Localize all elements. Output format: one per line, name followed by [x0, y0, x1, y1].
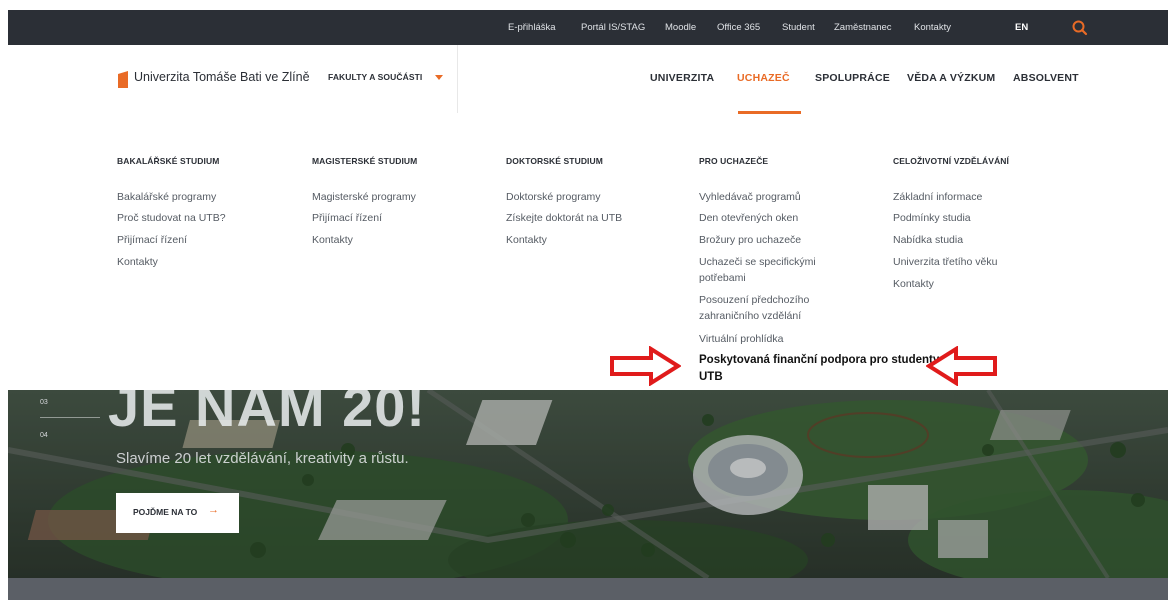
brand-name[interactable]: Univerzita Tomáše Bati ve Zlíně [134, 70, 310, 84]
menu-link[interactable]: Kontakty [312, 232, 353, 248]
menu-link[interactable]: Uchazeči se specifickými potřebami [699, 254, 859, 286]
top-margin [0, 0, 1168, 10]
link-portal-is-stag[interactable]: Portál IS/STAG [581, 10, 645, 45]
nav-spoluprace[interactable]: SPOLUPRÁCE [815, 72, 890, 84]
menu-link[interactable]: Kontakty [506, 232, 547, 248]
active-nav-underline [738, 111, 801, 114]
nav-veda-a-vyzkum[interactable]: VĚDA A VÝZKUM [907, 72, 995, 84]
menu-link[interactable]: Doktorské programy [506, 189, 601, 205]
heading-celozivotni-vzdelavani: CELOŽIVOTNÍ VZDĚLÁVÁNÍ [893, 156, 1010, 166]
faculties-dropdown[interactable]: FAKULTY A SOUČÁSTI [328, 72, 422, 82]
slide-number[interactable]: 04 [40, 432, 48, 439]
hero-cta-label: POJĎME NA TO [133, 507, 198, 517]
search-button[interactable] [1070, 18, 1090, 38]
menu-link[interactable]: Získejte doktorát na UTB [506, 210, 622, 226]
menu-link[interactable]: Virtuální prohlídka [699, 331, 783, 347]
top-utility-bar: E-přihláška Portál IS/STAG Moodle Office… [8, 10, 1168, 45]
menu-link[interactable]: Přijímací řízení [312, 210, 382, 226]
nav-univerzita[interactable]: UNIVERZITA [650, 72, 714, 84]
bottom-strip [8, 578, 1168, 600]
menu-link-financni-podpora[interactable]: Poskytovaná finanční podpora pro student… [699, 352, 949, 386]
language-switch[interactable]: EN [1015, 10, 1028, 45]
menu-link[interactable]: Posouzení předchozího zahraničního vzděl… [699, 292, 859, 324]
red-arrow-right-icon [610, 346, 681, 386]
menu-link[interactable]: Přijímací řízení [117, 232, 187, 248]
heading-pro-uchazece: PRO UCHAZEČE [699, 156, 769, 166]
header-divider [457, 45, 458, 113]
menu-link[interactable]: Proč studovat na UTB? [117, 210, 226, 226]
hero-banner: 03 04 JE NÁM 20! Slavíme 20 let vzdělává… [8, 390, 1168, 578]
menu-link[interactable]: Základní informace [893, 189, 982, 205]
link-student[interactable]: Student [782, 10, 815, 45]
red-arrow-left-icon [926, 346, 997, 386]
search-icon [1072, 20, 1088, 36]
arrow-right-icon: → [208, 504, 219, 516]
heading-bakalarske-studium: BAKALÁŘSKÉ STUDIUM [117, 156, 220, 166]
hero-cta-button[interactable]: POJĎME NA TO → [116, 493, 239, 533]
link-e-prihlaska[interactable]: E-přihláška [508, 10, 556, 45]
nav-absolvent[interactable]: ABSOLVENT [1013, 72, 1079, 84]
slide-number[interactable]: 03 [40, 399, 48, 406]
menu-link[interactable]: Podmínky studia [893, 210, 971, 226]
slide-indicator-line [40, 417, 100, 418]
heading-magisterske-studium: MAGISTERSKÉ STUDIUM [312, 156, 418, 166]
link-office-365[interactable]: Office 365 [717, 10, 760, 45]
link-moodle[interactable]: Moodle [665, 10, 696, 45]
utb-logo-icon[interactable] [118, 71, 128, 88]
page: E-přihláška Portál IS/STAG Moodle Office… [0, 0, 1168, 600]
hero-subtitle: Slavíme 20 let vzdělávání, kreativity a … [116, 450, 409, 467]
menu-link[interactable]: Vyhledávač programů [699, 189, 801, 205]
menu-link[interactable]: Nabídka studia [893, 232, 963, 248]
menu-link[interactable]: Magisterské programy [312, 189, 416, 205]
menu-link[interactable]: Den otevřených oken [699, 210, 798, 226]
link-kontakty[interactable]: Kontakty [914, 10, 951, 45]
menu-link[interactable]: Bakalářské programy [117, 189, 216, 205]
link-zamestnanec[interactable]: Zaměstnanec [834, 10, 892, 45]
menu-link[interactable]: Kontakty [893, 276, 934, 292]
hero-title: JE NÁM 20! [108, 390, 427, 438]
heading-doktorske-studium: DOKTORSKÉ STUDIUM [506, 156, 603, 166]
menu-link[interactable]: Univerzita třetího věku [893, 254, 997, 270]
menu-link[interactable]: Kontakty [117, 254, 158, 270]
menu-link[interactable]: Brožury pro uchazeče [699, 232, 801, 248]
nav-uchazec[interactable]: UCHAZEČ [737, 72, 790, 84]
caret-down-icon [435, 75, 443, 80]
